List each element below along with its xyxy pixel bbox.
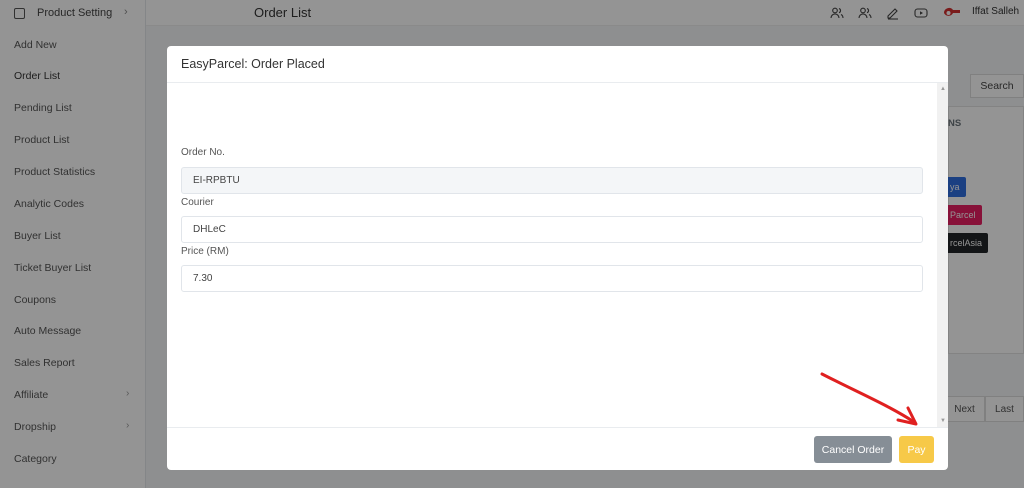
courier-field[interactable]: DHLeC [181,216,923,243]
courier-label: Courier [181,197,214,208]
scroll-down-icon[interactable]: ▼ [940,418,946,424]
order-no-label: Order No. [181,147,225,158]
pay-button[interactable]: Pay [899,436,934,463]
order-no-field[interactable]: EI-RPBTU [181,167,923,194]
annotation-arrow-icon [820,372,918,426]
cancel-order-button[interactable]: Cancel Order [814,436,892,463]
price-field[interactable]: 7.30 [181,265,923,292]
modal-scrollbar[interactable]: ▲ ▼ [937,83,948,427]
scroll-up-icon[interactable]: ▲ [940,86,946,92]
modal-header: EasyParcel: Order Placed [167,46,948,83]
price-label: Price (RM) [181,246,229,257]
modal-title: EasyParcel: Order Placed [181,57,325,71]
